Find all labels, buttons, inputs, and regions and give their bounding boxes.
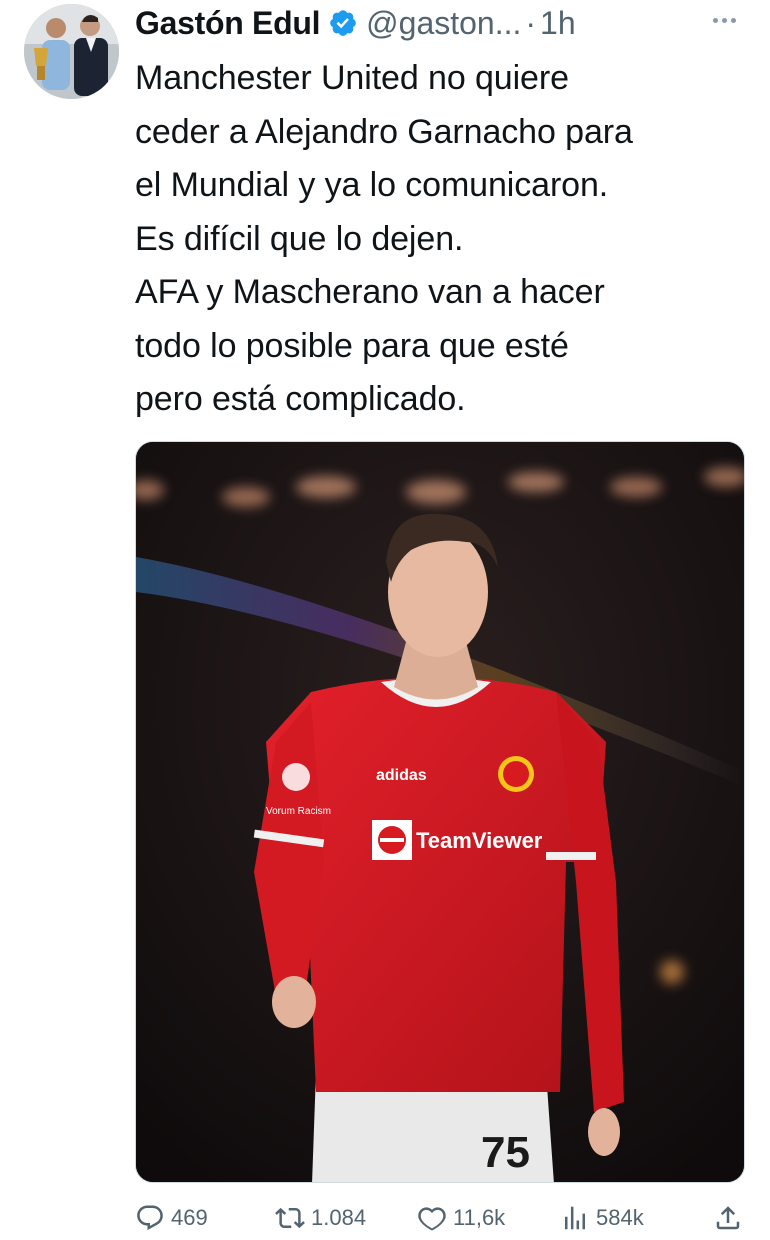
avatar-photo	[24, 4, 119, 99]
player-photo: 75 adidas TeamViewer Vorum Racism	[136, 442, 744, 1182]
retweet-count: 1.084	[311, 1205, 367, 1230]
tweet-text-line: Es difícil que lo dejen.	[135, 219, 464, 258]
tweet-actions-bar: 469 1.084 11,6k 584k	[135, 1198, 755, 1238]
author-handle[interactable]: @gaston...	[366, 5, 521, 42]
reply-icon	[137, 1205, 163, 1231]
views-button[interactable]: 584k	[560, 1198, 644, 1238]
shirt-brand: adidas	[376, 767, 427, 784]
sleeve-patch: Vorum Racism	[266, 806, 331, 817]
like-count: 11,6k	[453, 1205, 506, 1230]
tweet-media-image[interactable]: 75 adidas TeamViewer Vorum Racism	[135, 441, 745, 1183]
verified-badge-icon	[328, 8, 358, 38]
tweet-text-line: el Mundial y ya lo comunicaron.	[135, 166, 609, 204]
more-options-icon[interactable]	[704, 10, 744, 30]
share-icon	[716, 1206, 740, 1230]
tweet-text-line: AFA y Mascherano van a hacer	[135, 273, 605, 311]
reply-button[interactable]: 469	[135, 1198, 208, 1238]
retweet-icon	[275, 1207, 305, 1229]
heart-icon	[418, 1207, 446, 1231]
tweet-text-line: pero está complicado.	[135, 380, 466, 418]
retweet-button[interactable]: 1.084	[275, 1198, 366, 1238]
author-name[interactable]: Gastón Edul	[135, 5, 320, 42]
header-separator: ·	[525, 4, 537, 41]
share-button[interactable]	[713, 1198, 743, 1238]
tweet-text-line: todo lo posible para que esté	[135, 326, 569, 365]
views-bar-chart-icon	[565, 1206, 585, 1230]
tweet-header: Gastón Edul @gaston... · 1h	[135, 0, 755, 46]
author-avatar[interactable]	[24, 4, 119, 99]
views-count: 584k	[596, 1205, 644, 1230]
shirt-number: 75	[481, 1128, 530, 1177]
like-button[interactable]: 11,6k	[417, 1198, 505, 1238]
tweet-timestamp[interactable]: 1h	[540, 5, 576, 42]
tweet-text-line: ceder a Alejandro Garnacho para	[135, 112, 633, 151]
tweet-text-line: Manchester United no quiere	[135, 59, 569, 97]
reply-count: 469	[171, 1205, 208, 1230]
shirt-sponsor: TeamViewer	[416, 828, 543, 853]
tweet-text: Manchester United no quiere ceder a Alej…	[135, 52, 760, 427]
